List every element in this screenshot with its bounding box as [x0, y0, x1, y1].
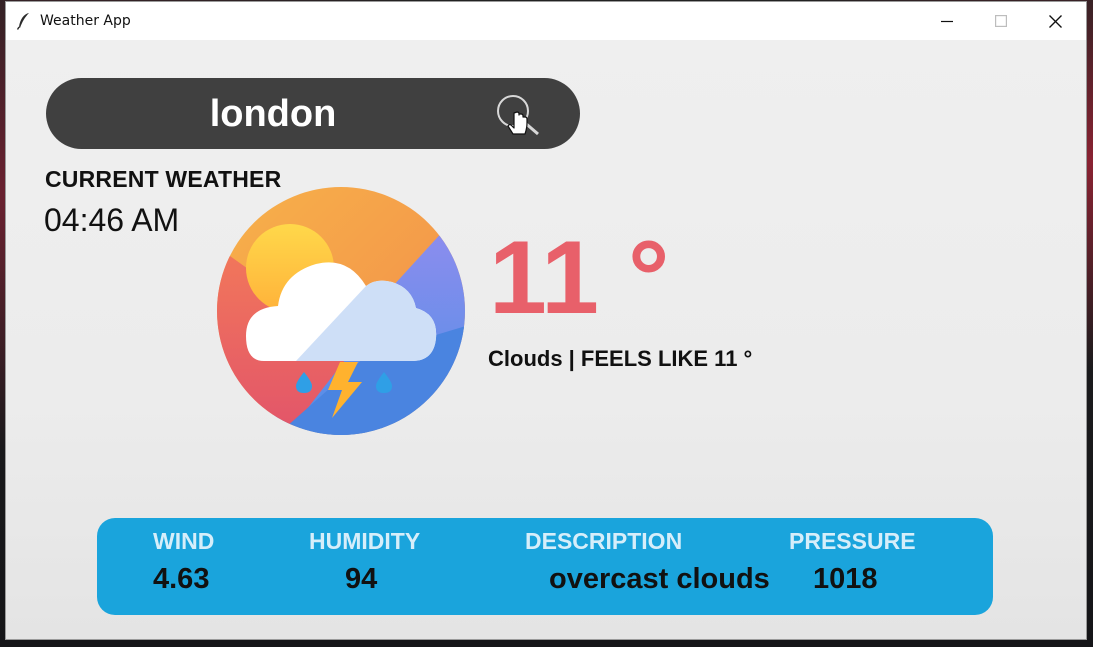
maximize-button[interactable]: [974, 2, 1028, 40]
temperature-reading: 11 °: [489, 220, 670, 336]
city-search-input[interactable]: [106, 88, 440, 140]
humidity-label: HUMIDITY: [309, 528, 421, 554]
title-bar[interactable]: Weather App: [6, 2, 1086, 40]
maximize-icon: [995, 15, 1007, 27]
search-bar: [46, 78, 580, 149]
search-icon: [497, 95, 539, 136]
minimize-icon: [941, 20, 953, 23]
pressure-value: 1018: [813, 563, 878, 595]
app-content: CURRENT WEATHER 04:46 AM: [6, 40, 1086, 639]
feather-icon: [16, 13, 29, 30]
minimize-button[interactable]: [920, 2, 974, 40]
close-icon: [1048, 14, 1062, 28]
wind-value: 4.63: [153, 563, 210, 595]
humidity-value: 94: [345, 563, 378, 595]
close-button[interactable]: [1028, 2, 1082, 40]
description-value: overcast clouds: [549, 563, 770, 595]
weather-app-window: Weather App london CURRENT WEATHER 04:46…: [6, 2, 1086, 639]
conditions-feels-like: Clouds | FEELS LIKE 11 °: [488, 346, 753, 371]
local-time: 04:46 AM: [44, 202, 180, 238]
wind-label: WIND: [153, 528, 215, 554]
pressure-label: PRESSURE: [789, 528, 916, 554]
window-title: Weather App: [40, 13, 131, 29]
description-label: DESCRIPTION: [525, 528, 683, 554]
weather-details-panel: WIND 4.63 HUMIDITY 94 DESCRIPTION overca…: [97, 518, 993, 615]
cloud-thunder-rain-icon: [217, 187, 465, 435]
search-button[interactable]: [494, 92, 544, 136]
